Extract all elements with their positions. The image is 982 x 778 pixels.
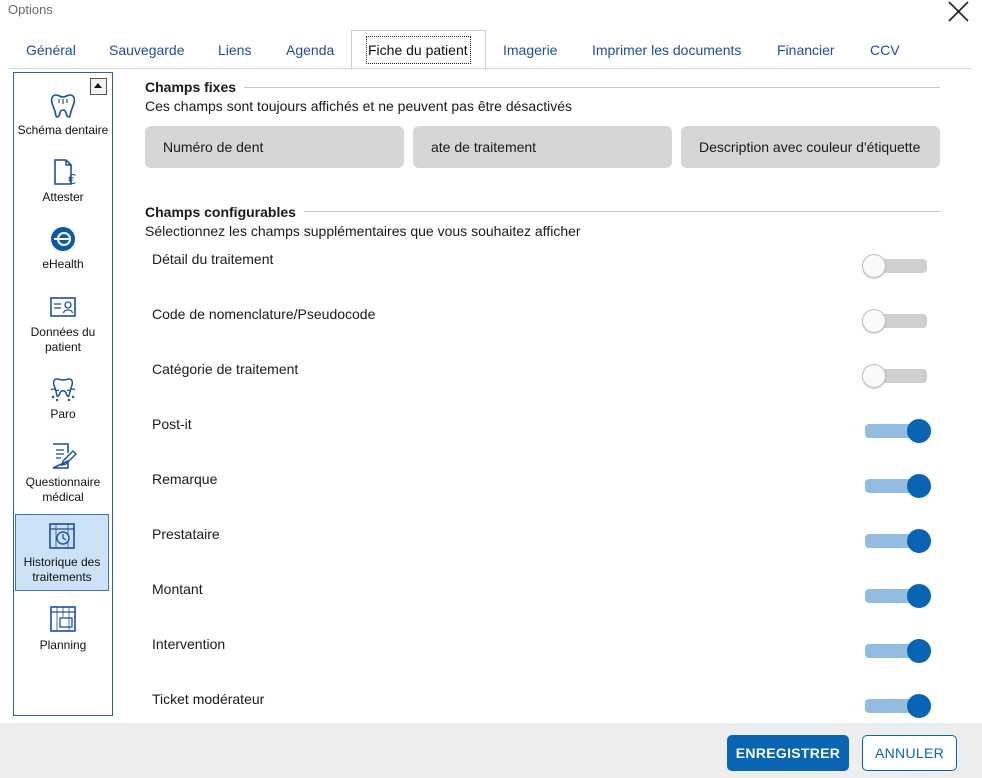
toggle-knob bbox=[862, 309, 886, 333]
configurable-field-label: Détail du traitement bbox=[152, 251, 274, 267]
configurable-field-row: Prestataire bbox=[145, 526, 940, 566]
questionnaire-icon bbox=[52, 443, 77, 469]
sidebar-item-planning[interactable]: Planning bbox=[15, 604, 111, 660]
configurable-field-toggle[interactable] bbox=[862, 254, 930, 278]
tab-ccv[interactable]: CCV bbox=[870, 42, 900, 58]
toggle-knob bbox=[907, 529, 931, 553]
tab-fiche-du-patient[interactable]: Fiche du patient bbox=[351, 30, 486, 70]
configurable-field-label: Remarque bbox=[152, 471, 218, 487]
configurable-field-row: Détail du traitement bbox=[145, 251, 940, 291]
sidebar-item-paro[interactable]: Paro bbox=[15, 375, 111, 431]
sidebar-item-label: Données du patient bbox=[30, 325, 96, 354]
svg-text:€: € bbox=[68, 173, 76, 186]
sidebar-item-label: eHealth bbox=[42, 257, 84, 271]
configurable-field-row: Remarque bbox=[145, 471, 940, 511]
fixed-fields-description: Ces champs sont toujours affichés et ne … bbox=[145, 98, 572, 114]
sidebar-item-label: Attester bbox=[42, 190, 84, 204]
configurable-field-row: Catégorie de traitement bbox=[145, 361, 940, 401]
save-button[interactable]: ENREGISTRER bbox=[727, 735, 849, 771]
configurable-field-label: Post-it bbox=[152, 416, 192, 432]
fixed-fields-divider bbox=[145, 87, 940, 88]
configurable-field-label: Code de nomenclature/Pseudocode bbox=[152, 306, 376, 322]
sidebar-item-ehealth[interactable]: eHealth bbox=[15, 225, 111, 281]
sidebar-item-label: Schéma dentaire bbox=[17, 123, 109, 137]
toggle-knob bbox=[907, 639, 931, 663]
toggle-knob bbox=[907, 694, 931, 718]
tooth-icon bbox=[50, 94, 76, 118]
tab-imprimer-les-documents[interactable]: Imprimer les documents bbox=[592, 42, 741, 58]
window-title: Options bbox=[8, 2, 53, 17]
tab-sauvegarde[interactable]: Sauvegarde bbox=[109, 42, 185, 58]
toggle-knob bbox=[862, 364, 886, 388]
sidebar-item-donnees-du-patient[interactable]: Données du patient bbox=[15, 293, 111, 359]
configurable-field-toggle[interactable] bbox=[862, 309, 930, 333]
fixed-field-chip: ate de traitement bbox=[413, 126, 672, 168]
calendar-icon bbox=[50, 606, 76, 632]
sidebar-item-attester[interactable]: € Attester bbox=[15, 158, 111, 214]
sidebar-item-label: Historique des traitements bbox=[23, 555, 101, 584]
fixed-field-chip: Numéro de dent bbox=[145, 126, 404, 168]
gum-tooth-icon bbox=[50, 378, 76, 402]
configurable-field-row: Montant bbox=[145, 581, 940, 621]
tab-financier[interactable]: Financier bbox=[777, 42, 835, 58]
configurable-field-row: Intervention bbox=[145, 636, 940, 676]
configurable-field-row: Code de nomenclature/Pseudocode bbox=[145, 306, 940, 346]
history-calendar-icon bbox=[49, 523, 75, 549]
sidebar-item-questionnaire-medical[interactable]: Questionnaire médical bbox=[15, 441, 111, 507]
sidebar-item-label: Paro bbox=[50, 407, 76, 421]
toggle-knob bbox=[907, 419, 931, 443]
tab-fiche-du-patient-label: Fiche du patient bbox=[368, 42, 468, 58]
ehealth-icon bbox=[51, 227, 75, 251]
toggle-knob bbox=[862, 254, 886, 278]
configurable-field-row: Post-it bbox=[145, 416, 940, 456]
toggle-knob bbox=[907, 474, 931, 498]
cancel-button[interactable]: ANNULER bbox=[862, 735, 957, 771]
close-button[interactable] bbox=[944, 0, 974, 26]
tab-agenda[interactable]: Agenda bbox=[286, 42, 334, 58]
configurable-field-label: Montant bbox=[152, 581, 203, 597]
tab-liens[interactable]: Liens bbox=[218, 42, 251, 58]
tab-bar-divider bbox=[10, 68, 972, 69]
configurable-field-label: Ticket modérateur bbox=[152, 691, 265, 707]
close-icon bbox=[948, 1, 969, 22]
configurable-field-label: Intervention bbox=[152, 636, 226, 652]
configurable-field-toggle[interactable] bbox=[862, 694, 931, 718]
configurable-field-toggle[interactable] bbox=[862, 529, 931, 553]
configurable-fields-title: Champs configurables bbox=[145, 204, 304, 220]
euro-document-icon: € bbox=[54, 159, 76, 186]
id-card-icon bbox=[50, 297, 76, 317]
configurable-field-label: Catégorie de traitement bbox=[152, 361, 299, 377]
tab-imagerie[interactable]: Imagerie bbox=[503, 42, 557, 58]
configurable-fields-description: Sélectionnez les champs supplémentaires … bbox=[145, 223, 581, 239]
configurable-field-toggle[interactable] bbox=[862, 474, 931, 498]
options-sidebar: Schéma dentaire € Attester eHealth Donné… bbox=[13, 72, 113, 716]
toggle-knob bbox=[907, 584, 931, 608]
sidebar-item-label: Questionnaire médical bbox=[25, 475, 101, 504]
sidebar-item-historique-des-traitements[interactable]: Historique des traitements bbox=[15, 514, 109, 591]
sidebar-item-schema-dentaire[interactable]: Schéma dentaire bbox=[15, 91, 111, 147]
fixed-field-chip: Description avec couleur d'étiquette bbox=[681, 126, 940, 168]
sidebar-item-label: Planning bbox=[39, 638, 87, 652]
tab-bar: Général Sauvegarde Liens Agenda Fiche du… bbox=[0, 30, 972, 70]
configurable-field-label: Prestataire bbox=[152, 526, 220, 542]
configurable-field-toggle[interactable] bbox=[862, 364, 930, 388]
tab-general[interactable]: Général bbox=[26, 42, 76, 58]
fixed-fields-title: Champs fixes bbox=[145, 79, 245, 95]
dialog-footer: ENREGISTRER ANNULER bbox=[0, 723, 982, 778]
configurable-field-toggle[interactable] bbox=[862, 584, 931, 608]
configurable-field-toggle[interactable] bbox=[862, 639, 931, 663]
configurable-field-toggle[interactable] bbox=[862, 419, 931, 443]
